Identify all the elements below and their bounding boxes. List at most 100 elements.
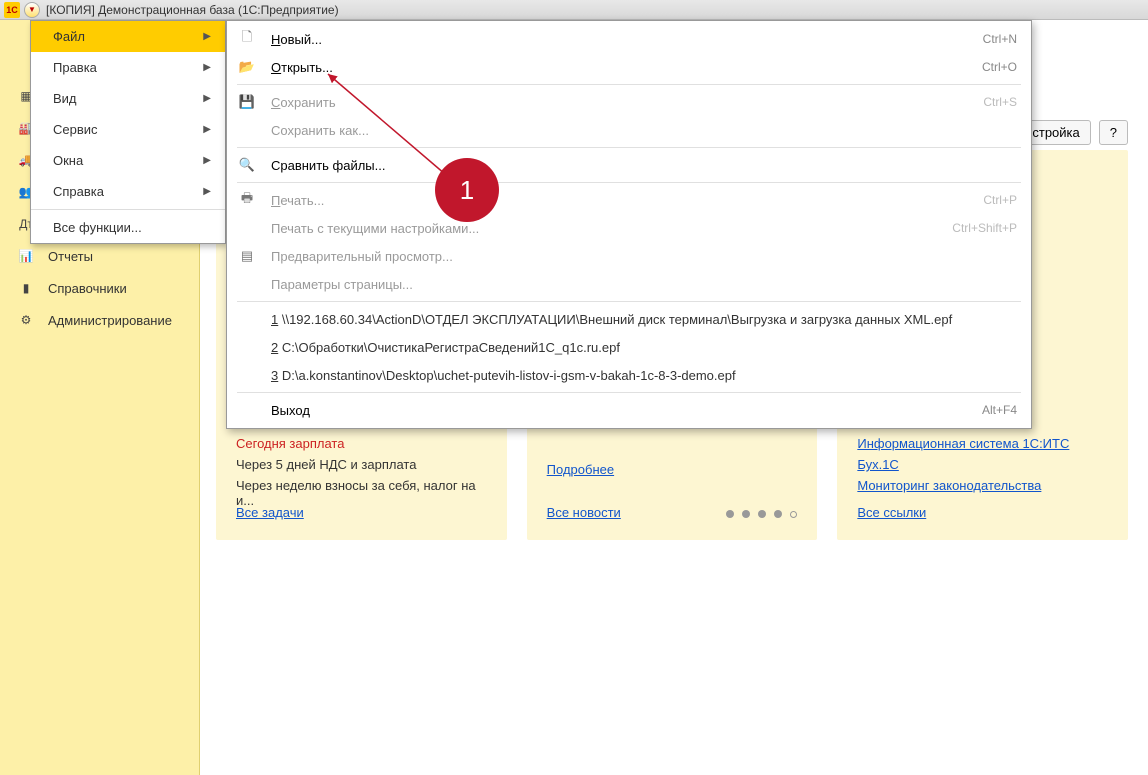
chevron-right-icon: ▶ <box>203 62 211 73</box>
menu-label: Все функции... <box>53 220 142 235</box>
menu-label: Файл <box>53 29 85 44</box>
chevron-right-icon: ▶ <box>203 155 211 166</box>
menu-label: Справка <box>53 184 104 199</box>
printer-icon: 🖶 <box>237 192 257 208</box>
menu-shortcut: Ctrl+Shift+P <box>932 221 1017 235</box>
menu-item-label: Сравнить файлы... <box>271 158 1017 173</box>
all-links-link[interactable]: Все ссылки <box>857 505 926 520</box>
top-right-toolbar: стройка ? <box>1021 120 1128 145</box>
menu-item-recent-2[interactable]: 2 С:\Обработки\ОчистикаРегистраСведений1… <box>227 333 1031 361</box>
menu-separator <box>31 209 225 210</box>
save-icon: 💾 <box>237 94 257 110</box>
task-in5days: Через 5 дней НДС и зарплата <box>236 457 487 472</box>
task-today: Сегодня зарплата <box>236 436 487 451</box>
menu-item-label: 3 D:\a.konstantinov\Desktop\uchet-putevi… <box>271 368 1017 383</box>
menu-shortcut: Ctrl+O <box>962 60 1017 74</box>
sidebar-item-label: Отчеты <box>48 249 93 264</box>
gear-icon: ⚙ <box>18 312 34 328</box>
menu-all-functions[interactable]: Все функции... <box>31 212 225 243</box>
menu-shortcut: Ctrl+P <box>963 193 1017 207</box>
menu-item-exit[interactable]: Выход Alt+F4 <box>227 396 1031 424</box>
menu-item-print-current: Печать с текущими настройками... Ctrl+Sh… <box>227 214 1031 242</box>
menu-item-label: Сохранить <box>271 95 963 110</box>
menu-separator <box>237 147 1021 148</box>
menu-item-label: Печать с текущими настройками... <box>271 221 932 236</box>
file-submenu: 🗋 Новый... Ctrl+N 📂 Открыть... Ctrl+O 💾 … <box>226 20 1032 429</box>
menu-separator <box>237 84 1021 85</box>
blank-icon <box>237 402 257 418</box>
title-bar: 1C ▼ [КОПИЯ] Демонстрационная база (1С:П… <box>0 0 1148 20</box>
dot-icon[interactable] <box>790 511 797 518</box>
open-folder-icon: 📂 <box>237 59 257 75</box>
annotation-number: 1 <box>460 175 474 206</box>
link-monitoring[interactable]: Мониторинг законодательства <box>857 478 1041 493</box>
menu-file[interactable]: Файл ▶ <box>31 21 225 52</box>
menu-edit[interactable]: Правка ▶ <box>31 52 225 83</box>
all-news-link[interactable]: Все новости <box>547 505 621 520</box>
dot-icon[interactable] <box>742 510 750 518</box>
chevron-right-icon: ▶ <box>203 186 211 197</box>
link-its[interactable]: Информационная система 1С:ИТС <box>857 436 1069 451</box>
dot-icon[interactable] <box>758 510 766 518</box>
menu-label: Окна <box>53 153 83 168</box>
menu-item-label: Открыть... <box>271 60 962 75</box>
app-logo-icon: 1C <box>4 2 20 18</box>
news-pagination-dots[interactable] <box>726 510 797 518</box>
menu-label: Вид <box>53 91 77 106</box>
blank-icon <box>237 122 257 138</box>
menu-item-recent-1[interactable]: 1 \\192.168.60.34\ActionD\ОТДЕЛ ЭКСПЛУАТ… <box>227 305 1031 333</box>
chart-icon: 📊 <box>18 248 34 264</box>
sidebar-item-otch[interactable]: 📊 Отчеты <box>0 240 199 272</box>
menu-item-label: 1 \\192.168.60.34\ActionD\ОТДЕЛ ЭКСПЛУАТ… <box>271 312 1017 327</box>
all-tasks-link[interactable]: Все задачи <box>236 505 304 520</box>
menu-item-open[interactable]: 📂 Открыть... Ctrl+O <box>227 53 1031 81</box>
news-more-link[interactable]: Подробнее <box>547 462 614 477</box>
blank-icon <box>237 220 257 236</box>
menu-item-label: Печать... <box>271 193 963 208</box>
sidebar-item-admin[interactable]: ⚙ Администрирование <box>0 304 199 336</box>
menu-service[interactable]: Сервис ▶ <box>31 114 225 145</box>
menu-item-new[interactable]: 🗋 Новый... Ctrl+N <box>227 25 1031 53</box>
chevron-right-icon: ▶ <box>203 31 211 42</box>
menu-windows[interactable]: Окна ▶ <box>31 145 225 176</box>
menu-label: Сервис <box>53 122 98 137</box>
compare-icon: 🔍 <box>237 157 257 173</box>
task-in-week: Через неделю взносы за себя, налог на и.… <box>236 478 487 508</box>
menu-item-label: Параметры страницы... <box>271 277 1017 292</box>
menu-label: Правка <box>53 60 97 75</box>
book-icon: ▮ <box>18 280 34 296</box>
menu-shortcut: Ctrl+S <box>963 95 1017 109</box>
chevron-right-icon: ▶ <box>203 124 211 135</box>
main-menu-dropdown-icon[interactable]: ▼ <box>24 2 40 18</box>
menu-view[interactable]: Вид ▶ <box>31 83 225 114</box>
sidebar-item-label: Справочники <box>48 281 127 296</box>
help-button[interactable]: ? <box>1099 120 1128 145</box>
link-buh1c[interactable]: Бух.1С <box>857 457 898 472</box>
blank-icon <box>237 276 257 292</box>
menu-item-recent-3[interactable]: 3 D:\a.konstantinov\Desktop\uchet-putevi… <box>227 361 1031 389</box>
menu-item-label: Выход <box>271 403 962 418</box>
menu-item-label: Сохранить как... <box>271 123 1017 138</box>
annotation-badge: 1 <box>435 158 499 222</box>
window-title: [КОПИЯ] Демонстрационная база (1С:Предпр… <box>46 3 339 17</box>
preview-icon: ▤ <box>237 248 257 264</box>
dot-icon[interactable] <box>774 510 782 518</box>
menu-item-saveas: Сохранить как... <box>227 116 1031 144</box>
menu-item-label: Предварительный просмотр... <box>271 249 1017 264</box>
menu-item-save: 💾 Сохранить Ctrl+S <box>227 88 1031 116</box>
menu-shortcut: Ctrl+N <box>963 32 1017 46</box>
menu-separator <box>237 392 1021 393</box>
dot-icon[interactable] <box>726 510 734 518</box>
sidebar-item-label: Администрирование <box>48 313 172 328</box>
menu-item-compare[interactable]: 🔍 Сравнить файлы... <box>227 151 1031 179</box>
menu-item-preview: ▤ Предварительный просмотр... <box>227 242 1031 270</box>
menu-item-print: 🖶 Печать... Ctrl+P <box>227 186 1031 214</box>
menu-item-page-params: Параметры страницы... <box>227 270 1031 298</box>
sidebar-item-sprav[interactable]: ▮ Справочники <box>0 272 199 304</box>
menu-separator <box>237 182 1021 183</box>
menu-separator <box>237 301 1021 302</box>
menu-shortcut: Alt+F4 <box>962 403 1017 417</box>
chevron-right-icon: ▶ <box>203 93 211 104</box>
main-menu: Файл ▶ Правка ▶ Вид ▶ Сервис ▶ Окна ▶ Сп… <box>30 20 226 244</box>
menu-help[interactable]: Справка ▶ <box>31 176 225 207</box>
